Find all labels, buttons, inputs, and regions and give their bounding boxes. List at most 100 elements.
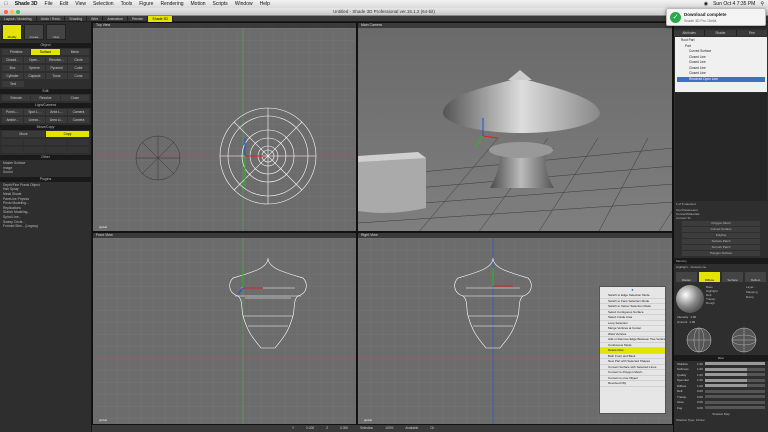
minimize-window-icon[interactable] [10, 10, 14, 14]
cylinder-button[interactable]: Cylinder [2, 73, 23, 79]
apple-icon[interactable]:  [4, 0, 8, 8]
open-line-button[interactable]: Open... [24, 57, 45, 63]
tab-fine[interactable]: Fine [737, 30, 768, 36]
toolbar-item-wire[interactable]: Wire [87, 15, 104, 22]
menu-scripts[interactable]: Scripts [213, 0, 228, 8]
slider-value[interactable]: 1.00 [697, 378, 703, 382]
tree-item[interactable]: Revolved Open Line [677, 76, 765, 82]
area-light-button[interactable]: Area L... [46, 109, 67, 115]
mesh-mode-button[interactable]: Mesh [60, 49, 89, 55]
top-view-viewport[interactable]: Top View global [92, 22, 357, 232]
mat-tab-diffuse[interactable]: Diffuse [699, 272, 720, 282]
convert-button[interactable]: Polyline [682, 233, 760, 238]
cube-button[interactable]: Cube [68, 65, 89, 71]
toolbar-item-undo[interactable]: Undo / Redo [37, 15, 66, 22]
menu-figure[interactable]: Figure [139, 0, 153, 8]
convert-button[interactable]: Polygon Mesh [682, 221, 760, 226]
extrude-button[interactable]: Extrude [2, 95, 31, 101]
menu-rendering[interactable]: Rendering [160, 0, 183, 8]
clock[interactable]: Sun Oct 4 7:35 PM [713, 0, 755, 8]
camera-button[interactable]: Camera [68, 109, 89, 115]
spot-light-button[interactable]: Spot L... [24, 109, 45, 115]
slider-value[interactable]: 1.00 [697, 384, 703, 388]
toolbar-item-animation[interactable]: Animation [103, 15, 128, 22]
mat-tab-master[interactable]: Master [676, 272, 697, 282]
amount-value[interactable]: 1.00 [689, 320, 695, 324]
closed-line-button[interactable]: Closed... [2, 57, 23, 63]
intensity-value[interactable]: 1.00 [690, 315, 696, 319]
mapping-item[interactable]: Bump [746, 295, 766, 300]
slider-value[interactable]: 0.00 [697, 400, 703, 404]
revolve-button[interactable]: Revolve... [46, 57, 67, 63]
move-sub-2[interactable] [24, 139, 45, 145]
context-menu-item[interactable]: Revolved Obj [600, 381, 665, 387]
slider-value[interactable]: 0.00 [697, 395, 703, 399]
linear-light-button[interactable]: Linear... [24, 117, 45, 123]
material-property[interactable]: Rough [706, 301, 744, 305]
browser-tree[interactable]: Root Part Part Curved Surface Closed Line Cl… [675, 37, 767, 92]
menu-edit[interactable]: Edit [60, 0, 69, 8]
close-button[interactable]: Close [60, 95, 89, 101]
light-direction-sphere-right[interactable] [731, 327, 757, 353]
box-button[interactable]: Box [2, 65, 23, 71]
move-sub-3[interactable] [46, 139, 67, 145]
wifi-icon[interactable]: ◉ [704, 0, 708, 8]
light-direction-sphere-left[interactable] [686, 327, 712, 353]
primitive-mode-button[interactable]: Primitive [2, 49, 31, 55]
shadow-type-label[interactable]: Shadow Type: Infinite [674, 417, 768, 423]
revolve-edit-button[interactable]: Revolve [31, 95, 60, 101]
slider-track[interactable] [704, 378, 765, 382]
area-light2-button[interactable]: Area Li... [46, 117, 67, 123]
slider-track[interactable] [704, 400, 765, 404]
menu-app[interactable]: Shade 3D [15, 0, 38, 8]
move-sub-6[interactable] [24, 147, 45, 153]
convert-button[interactable]: Smooth Patch [682, 245, 760, 250]
sphere-button[interactable]: Sphere [24, 65, 45, 71]
move-button[interactable]: Move [2, 131, 45, 137]
toolbar-item-shade3d[interactable]: Shade 3D [148, 15, 173, 22]
slider-track[interactable] [704, 373, 765, 377]
slider-track[interactable] [704, 362, 765, 366]
menu-selection[interactable]: Selection [93, 0, 114, 8]
mat-tab-reflect[interactable]: Reflect [745, 272, 766, 282]
spotlight-icon[interactable]: ⚲ [760, 0, 764, 8]
slider-value[interactable]: 1.00 [697, 373, 703, 377]
slider-track[interactable] [704, 367, 765, 371]
front-view-viewport[interactable]: Front View global [92, 232, 357, 425]
menu-window[interactable]: Window [235, 0, 253, 8]
capsule-button[interactable]: Capsule [24, 73, 45, 79]
move-sub-5[interactable] [2, 147, 23, 153]
mat-tab-surface[interactable]: Surface [722, 272, 743, 282]
toolbar-item-layout[interactable]: Layout / Modeling [0, 15, 37, 22]
modify-tab[interactable]: Modify [2, 24, 22, 40]
sound-item[interactable]: Sound [3, 170, 88, 175]
tab-attributes[interactable]: Attributes [674, 30, 706, 36]
slider-value[interactable]: 0.00 [697, 406, 703, 410]
menu-view[interactable]: View [75, 0, 86, 8]
toolbar-item-shading[interactable]: Shading [65, 15, 88, 22]
menu-motion[interactable]: Motion [191, 0, 206, 8]
menu-file[interactable]: File [45, 0, 53, 8]
zoom-window-icon[interactable] [16, 10, 20, 14]
main-camera-viewport[interactable]: Main Camera [357, 22, 673, 232]
slider-track[interactable] [704, 384, 765, 388]
toolbar-item-render[interactable]: Render [128, 15, 149, 22]
slider-value[interactable]: 1.00 [697, 367, 703, 371]
slider-value[interactable]: 0.00 [697, 389, 703, 393]
text-button[interactable]: Text [2, 81, 24, 87]
view-tab[interactable]: View [46, 24, 66, 40]
slider-track[interactable] [704, 406, 765, 410]
slider-track[interactable] [704, 389, 765, 393]
torus-button[interactable]: Torus [46, 73, 67, 79]
convert-button[interactable]: Polygon Surface [682, 251, 760, 256]
copy-button[interactable]: Copy [46, 131, 89, 137]
ambient-light-button[interactable]: Ambie... [2, 117, 23, 123]
slider-track[interactable] [704, 395, 765, 399]
plugin-item[interactable]: Formed Skin... (Legacy) [3, 224, 88, 229]
close-window-icon[interactable] [4, 10, 8, 14]
menu-help[interactable]: Help [260, 0, 270, 8]
slider-value[interactable]: 1.00 [697, 362, 703, 366]
move-sub-1[interactable] [2, 139, 23, 145]
move-sub-8[interactable] [68, 147, 89, 153]
create-tab[interactable]: Create [24, 24, 44, 40]
